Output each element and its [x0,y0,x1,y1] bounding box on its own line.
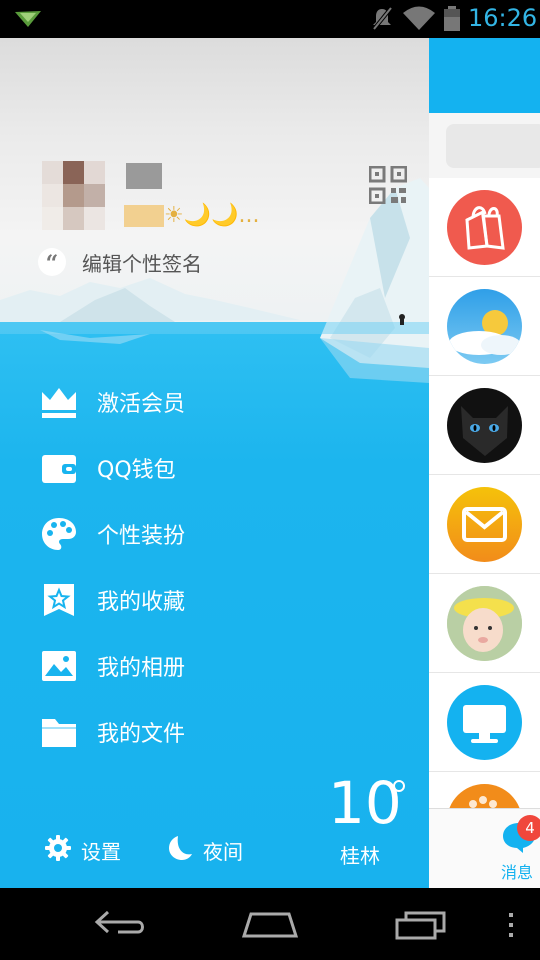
menu-label: 我的文件 [97,722,186,747]
menu-item-wallet[interactable]: QQ钱包 [40,446,400,490]
gear-icon [45,835,71,861]
conversation-list [429,178,540,808]
unread-badge: 4 [517,815,540,841]
menu-item-files[interactable]: 我的文件 [40,710,400,754]
weather-city[interactable]: 桂林 [340,840,380,869]
list-item[interactable] [429,772,540,808]
weather-temperature[interactable]: 10 [328,774,402,832]
settings-label: 设置 [81,840,121,864]
list-item[interactable] [429,376,540,475]
degree-symbol [393,780,405,792]
menu-label: 个性装扮 [97,524,186,549]
nickname-emoji-text: ☀🌙🌙... [164,203,260,228]
signature-text: 编辑个性签名 [82,252,202,276]
mute-icon [372,6,393,31]
chat-list-panel: 4 消息 [429,38,540,888]
back-button[interactable] [94,908,148,938]
moon-icon [169,836,192,860]
status-bar: 16:26 [0,0,540,38]
list-item[interactable] [429,475,540,574]
status-clock: 16:26 [468,4,538,32]
favorites-star-icon [44,584,74,616]
overflow-menu-icon[interactable] [506,912,516,938]
orange-app-icon [447,784,522,808]
night-label: 夜间 [203,840,243,864]
search-input[interactable] [446,124,540,168]
photo-album-icon [42,651,76,681]
shopping-bag-icon [447,190,522,265]
list-item[interactable] [429,277,540,376]
recent-apps-button[interactable] [394,908,448,940]
folder-icon [42,719,76,747]
menu-item-vip[interactable]: 激活会员 [40,380,400,424]
battery-icon [444,6,460,31]
palette-icon [42,518,76,550]
menu-label: 我的相册 [97,656,186,681]
app-notification-icon [15,11,41,27]
wifi-icon [403,6,435,30]
home-button[interactable] [241,908,299,940]
quote-icon: “ [38,248,66,277]
weather-icon [447,289,522,364]
navigation-bar [0,888,540,960]
user-avatar[interactable] [42,161,106,231]
menu-item-theme[interactable]: 个性装扮 [40,512,400,556]
menu-item-album[interactable]: 我的相册 [40,644,400,688]
menu-label: 我的收藏 [97,590,186,615]
menu-label: QQ钱包 [97,458,176,483]
message-tab-label: 消息 [501,863,534,882]
computer-icon [447,685,522,760]
menu-label: 激活会员 [97,392,186,417]
crown-icon [42,388,76,418]
chat-top-bar [429,38,540,113]
cat-avatar [447,388,522,463]
list-item[interactable] [429,574,540,673]
list-item[interactable] [429,673,540,772]
message-tab[interactable]: 4 消息 [429,808,540,888]
menu-item-favorites[interactable]: 我的收藏 [40,578,400,622]
list-item[interactable] [429,178,540,277]
side-drawer: ☀🌙🌙... “ 编辑个性签名 激活会员 QQ钱包 个性装扮 我的收藏 我的相册… [0,38,429,888]
wallet-icon [42,455,76,483]
mail-icon [447,487,522,562]
baby-avatar [447,586,522,661]
qr-code-icon[interactable] [369,166,407,204]
